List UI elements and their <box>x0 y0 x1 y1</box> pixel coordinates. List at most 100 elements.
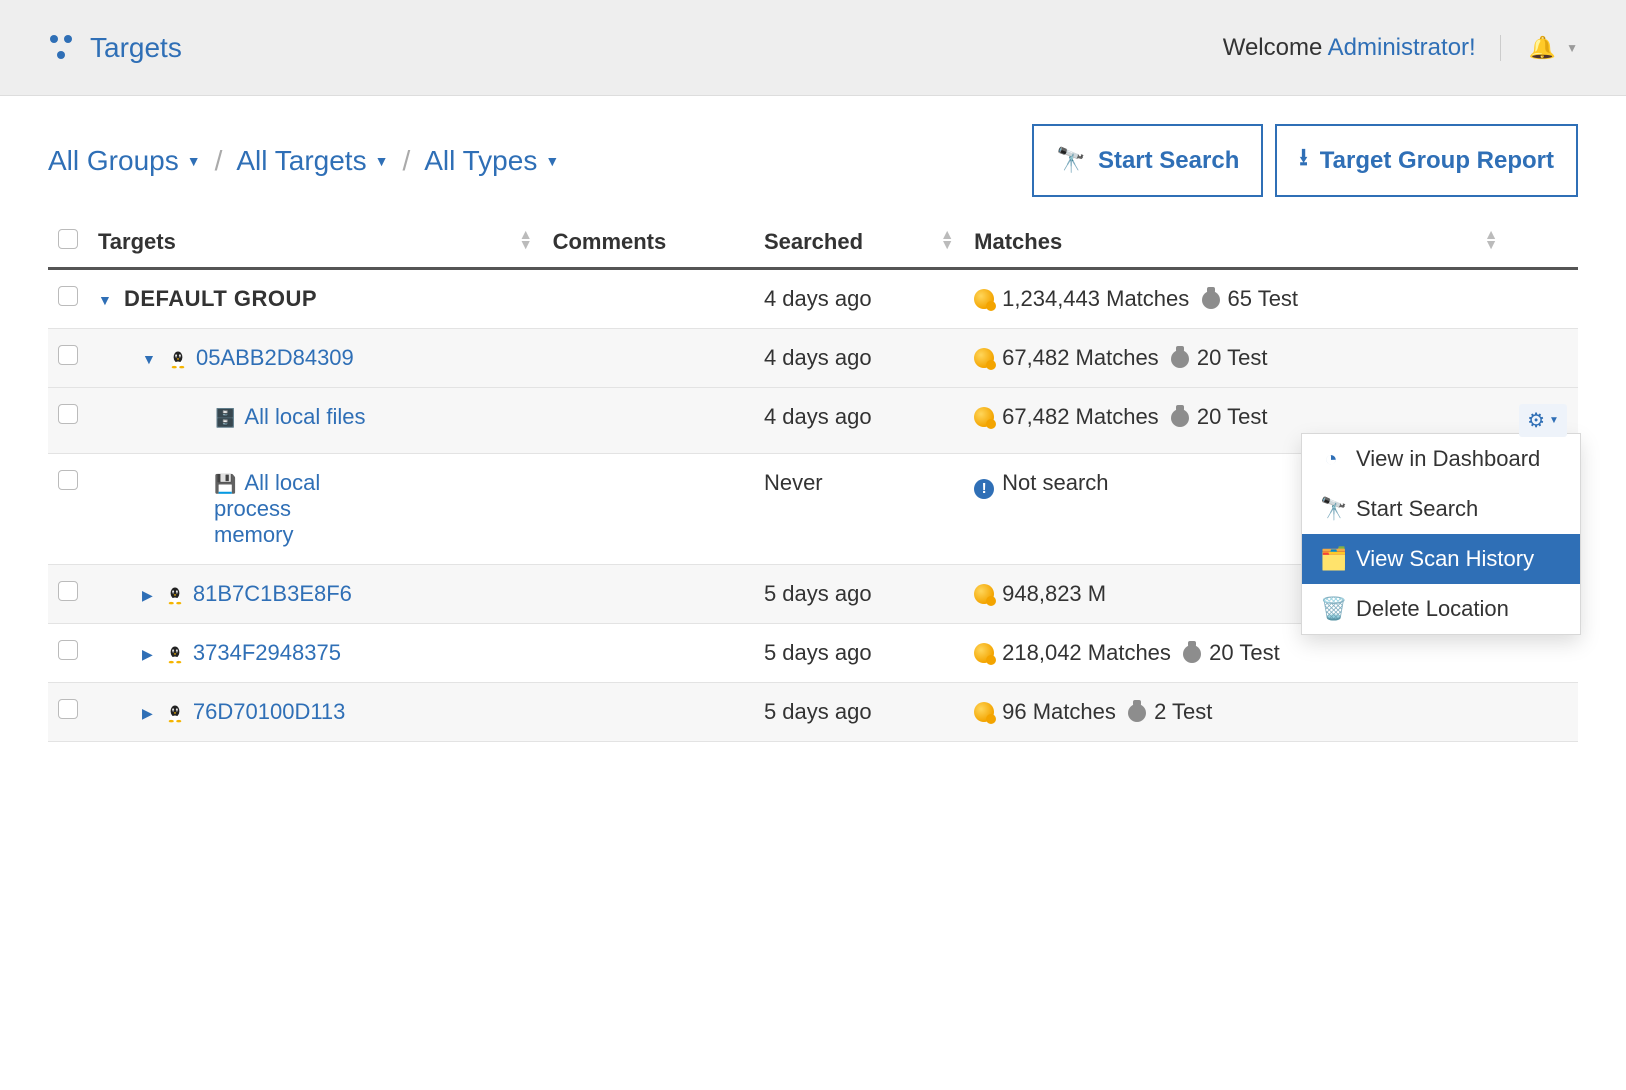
table-row: 76D70100D113 5 days ago96 Matches 2 Test <box>48 683 1578 742</box>
linux-icon <box>165 585 185 605</box>
host-link[interactable]: 81B7C1B3E8F6 <box>193 581 352 606</box>
linux-icon <box>168 349 188 369</box>
welcome-text: Welcome Administrator! <box>1223 34 1476 62</box>
test-icon <box>1128 704 1146 722</box>
notifications-icon[interactable]: 🔔 <box>1529 35 1556 61</box>
table-row: 05ABB2D84309 4 days ago67,482 Matches 20 … <box>48 329 1578 388</box>
searched-cell: Never <box>754 454 964 565</box>
breadcrumb-separator: / <box>215 145 223 177</box>
row-checkbox[interactable] <box>58 640 78 660</box>
col-matches[interactable]: Matches▲▼ <box>964 217 1508 269</box>
targets-filter[interactable]: All Targets ▼ <box>236 145 388 177</box>
download-icon: ⭳ <box>1299 140 1307 181</box>
app-logo-icon <box>48 35 74 61</box>
matches-icon <box>974 407 994 427</box>
row-checkbox[interactable] <box>58 404 78 424</box>
groups-filter[interactable]: All Groups▼ <box>48 145 201 177</box>
comments-cell <box>543 565 754 624</box>
expand-toggle[interactable] <box>142 587 153 604</box>
topbar: Targets Welcome Administrator! 🔔 ▼ <box>0 0 1626 96</box>
caret-down-icon: ▼ <box>187 153 201 169</box>
row-checkbox[interactable] <box>58 345 78 365</box>
table-row: 🗄️All local files4 days ago67,482 Matche… <box>48 388 1578 454</box>
searched-cell: 4 days ago <box>754 388 964 454</box>
user-link[interactable]: Administrator! <box>1328 34 1476 61</box>
location-link[interactable]: All local files <box>244 404 365 429</box>
group-report-label: Target Group Report <box>1320 147 1554 175</box>
pie-chart-icon: ◔ <box>1320 446 1342 472</box>
comments-cell <box>543 454 754 565</box>
sort-icon: ▲▼ <box>1484 229 1498 249</box>
col-comments[interactable]: Comments <box>543 217 754 269</box>
menu-start-search[interactable]: 🔭Start Search <box>1302 484 1580 534</box>
caret-down-icon: ▼ <box>375 153 389 169</box>
comments-cell <box>543 388 754 454</box>
searched-cell: 4 days ago <box>754 329 964 388</box>
start-search-label: Start Search <box>1098 147 1239 175</box>
menu-view-dashboard[interactable]: ◔View in Dashboard <box>1302 434 1580 484</box>
linux-icon <box>165 703 185 723</box>
welcome-prefix: Welcome <box>1223 34 1328 61</box>
alert-icon: ! <box>974 479 994 499</box>
matches-icon <box>974 289 994 309</box>
matches-icon <box>974 643 994 663</box>
host-link[interactable]: 76D70100D113 <box>193 699 346 724</box>
memory-icon: 💾 <box>214 474 236 494</box>
page-title: Targets <box>90 32 182 64</box>
searched-cell: 5 days ago <box>754 683 964 742</box>
comments-cell <box>543 624 754 683</box>
history-icon: 🗂️ <box>1320 546 1342 572</box>
menu-view-scan-history[interactable]: 🗂️View Scan History <box>1302 534 1580 584</box>
trash-icon: 🗑️ <box>1320 596 1342 622</box>
targets-filter-label: All Targets <box>236 145 366 177</box>
binoculars-icon: 🔭 <box>1320 496 1342 522</box>
group-name: DEFAULT GROUP <box>124 286 317 311</box>
col-targets[interactable]: Targets▲▼ <box>88 217 543 269</box>
types-filter-label: All Types <box>424 145 537 177</box>
searched-cell: 4 days ago <box>754 269 964 329</box>
linux-icon <box>165 644 185 664</box>
breadcrumb: All Groups▼ / All Targets ▼ / All Types ▼ <box>48 145 559 177</box>
table-row: DEFAULT GROUP 4 days ago1,234,443 Matches… <box>48 269 1578 329</box>
row-actions-button[interactable]: ⚙▼ <box>1519 404 1567 437</box>
expand-toggle[interactable] <box>142 646 153 663</box>
test-icon <box>1183 645 1201 663</box>
host-link[interactable]: 3734F2948375 <box>193 640 341 665</box>
drive-icon: 🗄️ <box>214 408 236 428</box>
row-checkbox[interactable] <box>58 286 78 306</box>
matches-cell: 1,234,443 Matches 65 Test <box>964 269 1508 329</box>
searched-cell: 5 days ago <box>754 565 964 624</box>
sort-icon: ▲▼ <box>519 229 533 249</box>
searched-cell: 5 days ago <box>754 624 964 683</box>
matches-cell: 96 Matches 2 Test <box>964 683 1508 742</box>
comments-cell <box>543 329 754 388</box>
sort-icon: ▲▼ <box>940 229 954 249</box>
test-icon <box>1171 409 1189 427</box>
host-link[interactable]: 05ABB2D84309 <box>196 345 354 370</box>
matches-icon <box>974 348 994 368</box>
breadcrumb-separator: / <box>402 145 410 177</box>
notifications-caret-icon[interactable]: ▼ <box>1566 41 1578 55</box>
row-actions-menu: ◔View in Dashboard🔭Start Search🗂️View Sc… <box>1302 434 1580 634</box>
targets-table: Targets▲▼ Comments Searched▲▼ Matches▲▼ … <box>48 217 1578 742</box>
expand-toggle[interactable] <box>142 705 153 722</box>
menu-delete-location[interactable]: 🗑️Delete Location <box>1302 584 1580 634</box>
test-icon <box>1171 350 1189 368</box>
row-checkbox[interactable] <box>58 699 78 719</box>
binoculars-icon: 🔭 <box>1056 146 1086 175</box>
expand-toggle[interactable] <box>98 292 112 308</box>
expand-toggle[interactable] <box>142 351 156 367</box>
select-all-checkbox[interactable] <box>58 229 78 249</box>
comments-cell <box>543 683 754 742</box>
comments-cell <box>543 269 754 329</box>
row-checkbox[interactable] <box>58 470 78 490</box>
row-checkbox[interactable] <box>58 581 78 601</box>
col-searched[interactable]: Searched▲▼ <box>754 217 964 269</box>
start-search-button[interactable]: 🔭 Start Search <box>1032 124 1263 197</box>
test-icon <box>1202 291 1220 309</box>
types-filter[interactable]: All Types ▼ <box>424 145 559 177</box>
target-group-report-button[interactable]: ⭳ Target Group Report <box>1275 124 1578 197</box>
matches-icon <box>974 584 994 604</box>
matches-cell: 67,482 Matches 20 Test <box>964 329 1508 388</box>
caret-down-icon: ▼ <box>545 153 559 169</box>
